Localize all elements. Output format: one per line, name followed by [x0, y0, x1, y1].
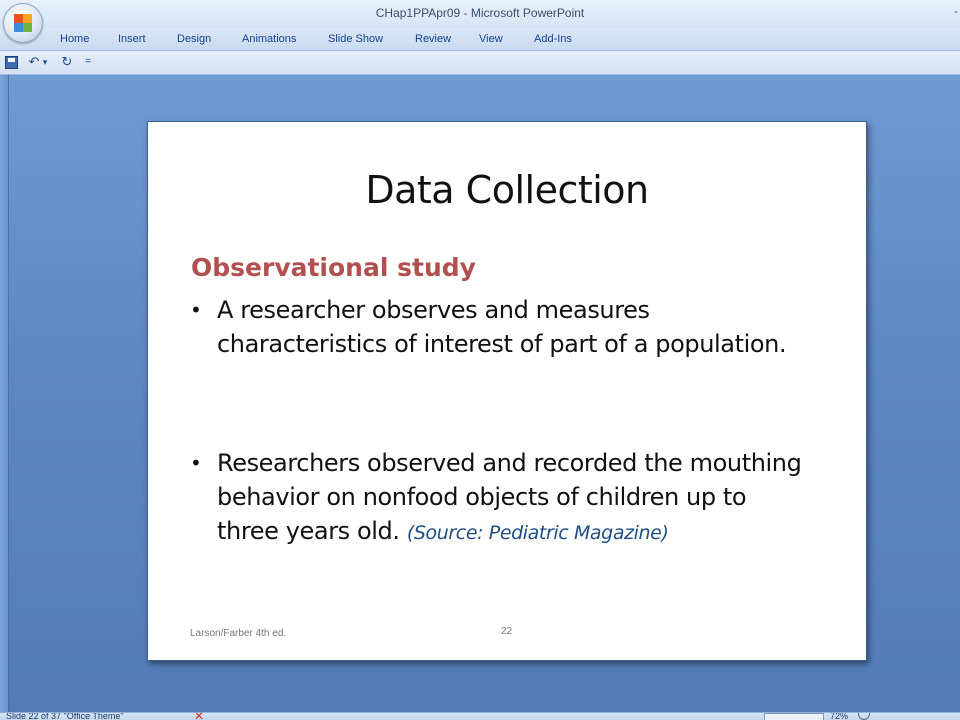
minimize-button[interactable]: - — [954, 4, 958, 18]
zoom-out-icon[interactable] — [858, 713, 870, 720]
title-bar: CHap1PPApr09 - Microsoft PowerPoint - — [0, 0, 960, 29]
bullet-marker: • — [190, 298, 202, 322]
save-icon[interactable] — [5, 56, 18, 69]
bullet-body: A researcher observes and measures chara… — [217, 296, 787, 358]
slide-subheading: Observational study — [191, 253, 476, 282]
slide-title: Data Collection — [365, 168, 649, 212]
slide-number: 22 — [501, 626, 513, 637]
bullet-item: • Researchers observed and recorded the … — [190, 446, 810, 550]
view-buttons[interactable] — [764, 713, 824, 720]
source-note: (Source: Pediatric Magazine) — [406, 522, 669, 544]
tab-slide-show[interactable]: Slide Show — [328, 33, 383, 45]
tab-animations[interactable]: Animations — [242, 33, 296, 45]
powerpoint-window: CHap1PPApr09 - Microsoft PowerPoint - Ho… — [0, 0, 960, 720]
tab-design[interactable]: Design — [177, 33, 211, 45]
status-bar: Slide 22 of 37 "Office Theme" ✕ 72% — [0, 712, 960, 720]
status-text: Slide 22 of 37 "Office Theme" — [6, 712, 124, 720]
office-button[interactable] — [3, 3, 43, 43]
quick-access-toolbar: ↶ ▾ ↻ = — [0, 51, 960, 75]
redo-icon[interactable]: ↻ — [59, 54, 75, 70]
spelling-error-icon[interactable]: ✕ — [194, 713, 204, 720]
zoom-level[interactable]: 72% — [830, 713, 848, 720]
bullet-item: • A researcher observes and measures cha… — [190, 293, 810, 361]
slide-footer: Larson/Farber 4th ed. — [190, 628, 287, 639]
customize-toolbar-icon[interactable]: = — [82, 54, 94, 70]
tab-insert[interactable]: Insert — [118, 33, 146, 45]
office-logo-icon — [14, 14, 32, 32]
tab-add-ins[interactable]: Add-Ins — [534, 33, 572, 45]
slides-pane-edge[interactable] — [0, 75, 9, 712]
tab-view[interactable]: View — [479, 33, 503, 45]
bullet-text: A researcher observes and measures chara… — [217, 293, 810, 361]
undo-dropdown-icon[interactable]: ▾ — [40, 54, 50, 70]
slide[interactable]: Data Collection Observational study • A … — [147, 121, 867, 661]
tab-home[interactable]: Home — [60, 33, 89, 45]
bullet-text: Researchers observed and recorded the mo… — [217, 446, 810, 550]
bullet-marker: • — [190, 451, 202, 475]
tab-review[interactable]: Review — [415, 33, 451, 45]
ribbon-tab-bar: Home Insert Design Animations Slide Show… — [0, 28, 960, 51]
window-title: CHap1PPApr09 - Microsoft PowerPoint — [375, 6, 585, 20]
